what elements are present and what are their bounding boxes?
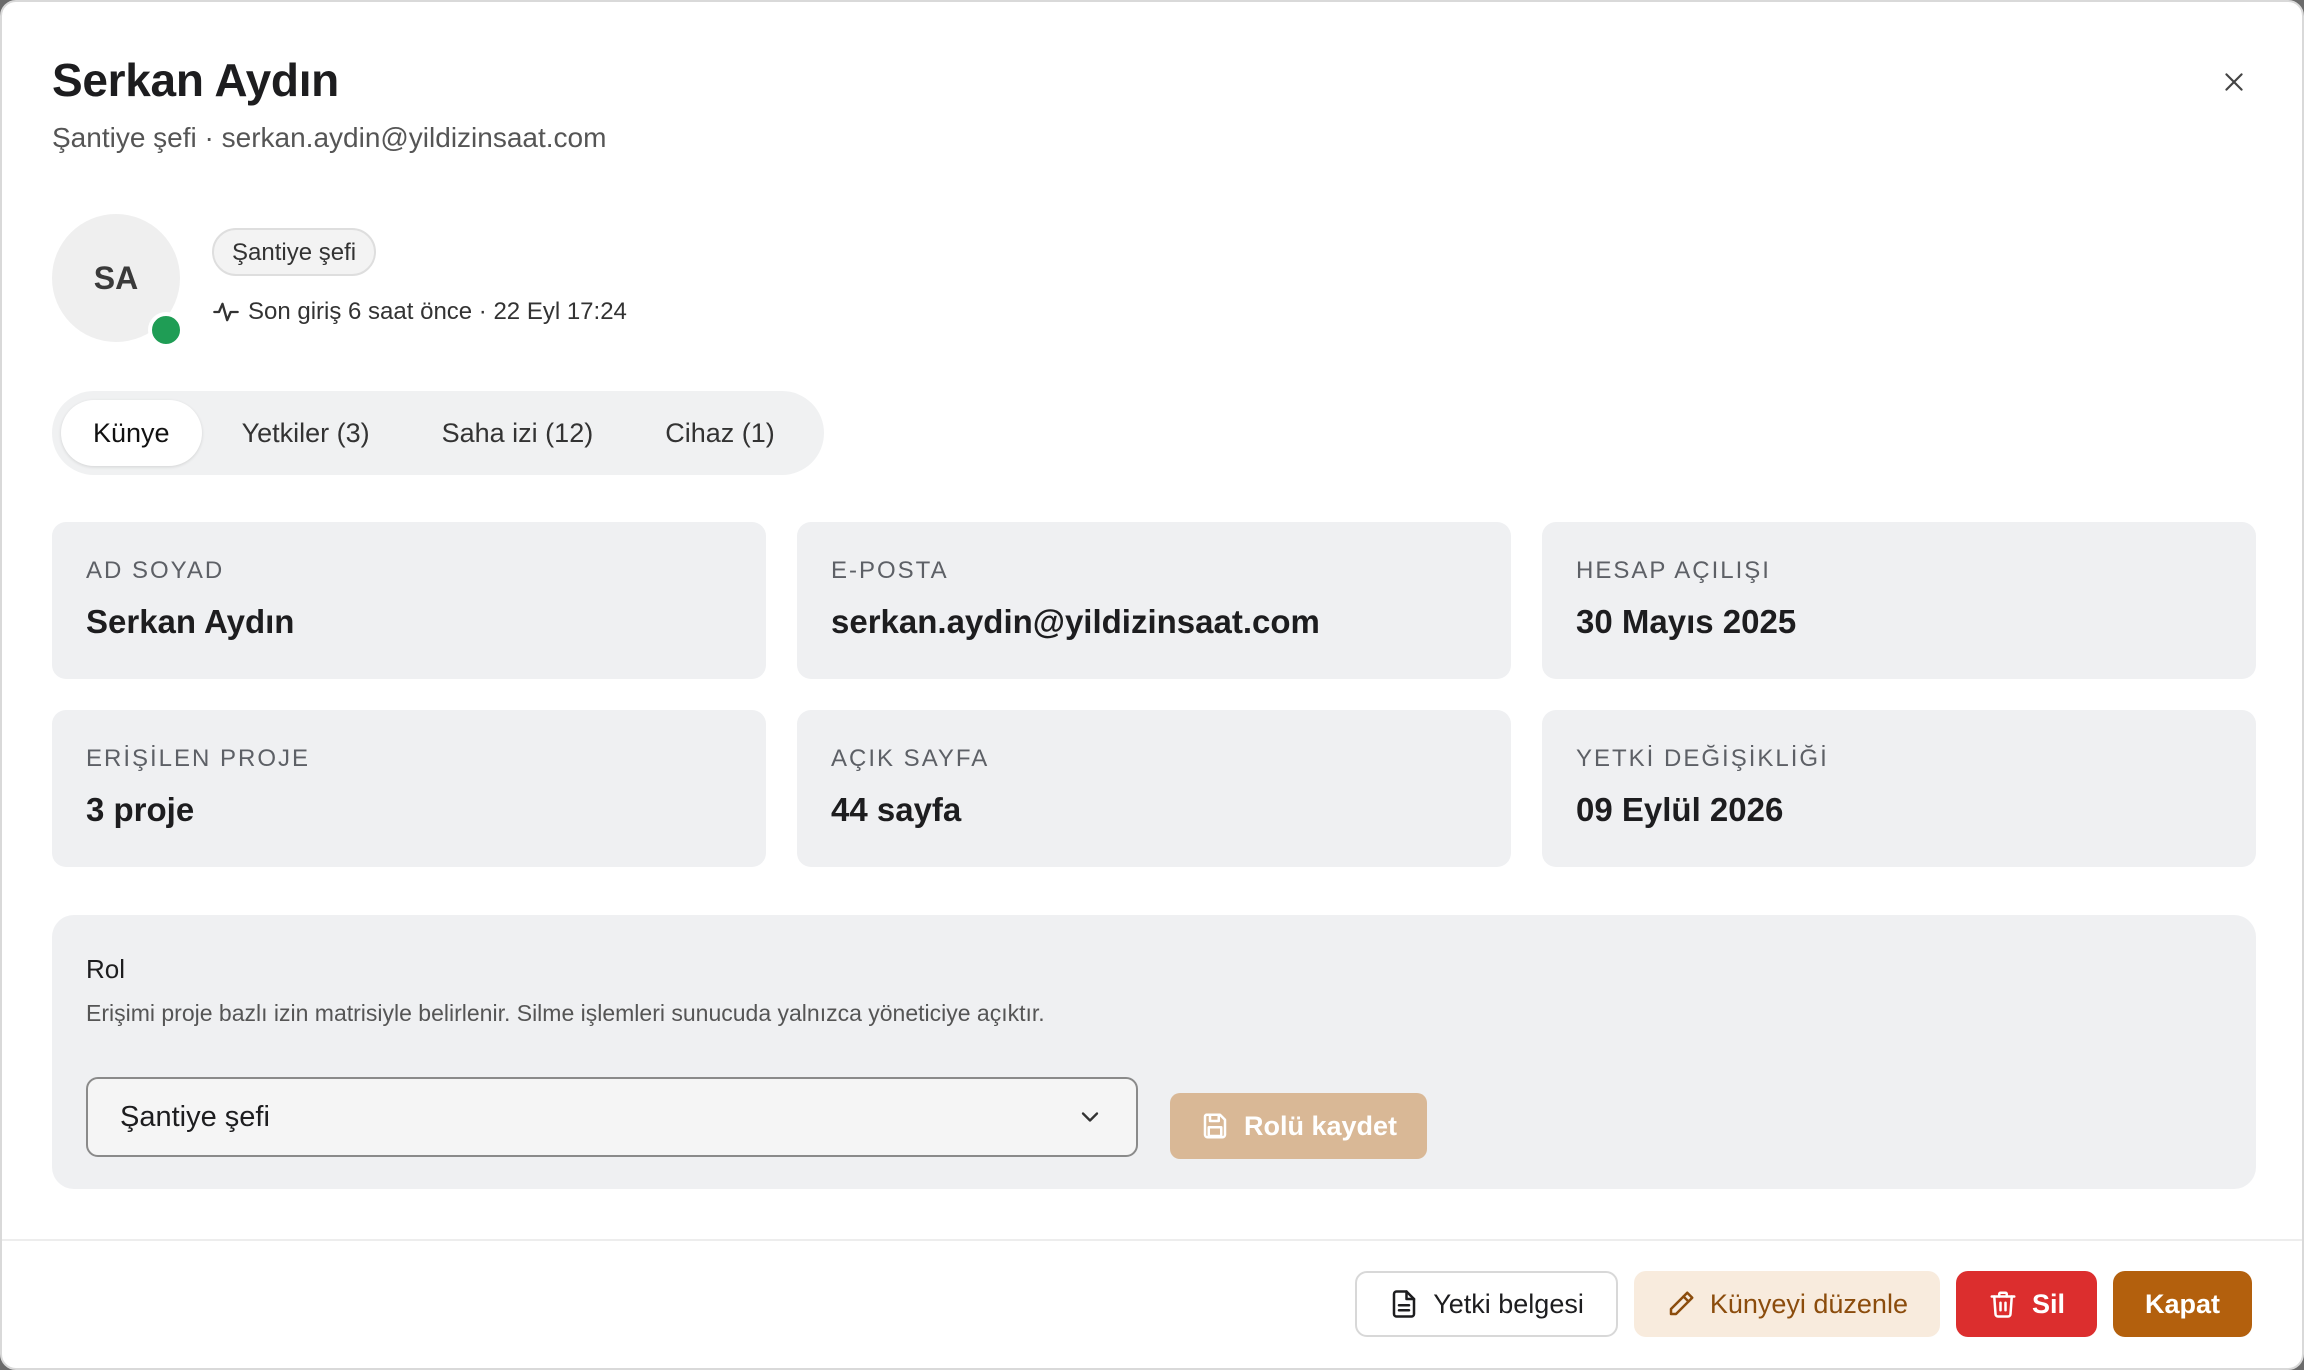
permit-document-label: Yetki belgesi xyxy=(1433,1288,1584,1319)
tab-saha-izi[interactable]: Saha izi (12) xyxy=(410,400,626,466)
last-login-text: Son giriş 6 saat önce · 22 Eyl 17:24 xyxy=(248,298,627,325)
role-select[interactable]: Şantiye şefi xyxy=(86,1077,1138,1157)
info-card-value: 30 Mayıs 2025 xyxy=(1576,603,1797,640)
role-section-description: Erişimi proje bazlı izin matrisiyle beli… xyxy=(86,1000,1045,1026)
trash-icon xyxy=(1990,1291,2016,1318)
info-card-label: ERİŞİLEN PROJE xyxy=(86,745,311,772)
tab-cihaz[interactable]: Cihaz (1) xyxy=(633,400,807,466)
close-icon xyxy=(2225,73,2243,91)
role-section-title: Rol xyxy=(86,954,126,984)
info-card-value: 09 Eylül 2026 xyxy=(1576,791,1784,828)
delete-button[interactable]: Sil xyxy=(1955,1271,2097,1337)
close-dialog-button[interactable]: Kapat xyxy=(2112,1271,2252,1337)
info-card-email: E-POSTA serkan.aydin@yildizinsaat.com xyxy=(797,522,1511,679)
info-card-value: Serkan Aydın xyxy=(86,603,295,640)
info-card-label: AÇIK SAYFA xyxy=(831,745,990,772)
edit-profile-label: Künyeyi düzenle xyxy=(1709,1288,1908,1319)
dialog-title: Serkan Aydın xyxy=(52,54,339,106)
role-select-value: Şantiye şefi xyxy=(120,1100,270,1133)
info-card-full-name: AD SOYAD Serkan Aydın xyxy=(52,522,766,679)
info-card-label: AD SOYAD xyxy=(86,557,225,584)
dialog-footer: Yetki belgesi Künyeyi düzenle Sil Kapat xyxy=(1339,1271,2252,1337)
info-card-value: 44 sayfa xyxy=(831,791,962,828)
save-icon xyxy=(1203,1113,1227,1139)
close-button[interactable] xyxy=(2214,62,2254,102)
role-section: Rol Erişimi proje bazlı izin matrisiyle … xyxy=(52,915,2256,1189)
info-card-value: serkan.aydin@yildizinsaat.com xyxy=(831,603,1320,640)
avatar-initials: SA xyxy=(93,259,139,296)
user-detail-dialog: Serkan Aydın Şantiye şefi · serkan.aydin… xyxy=(0,0,2304,1370)
delete-label: Sil xyxy=(2031,1288,2065,1319)
info-card-label: HESAP AÇILIŞI xyxy=(1576,557,1771,584)
permit-document-button[interactable]: Yetki belgesi xyxy=(1355,1271,1618,1337)
pencil-icon xyxy=(1669,1291,1694,1316)
chevron-down-icon xyxy=(1081,1112,1099,1122)
profile-summary: SA Şantiye şefi Son giriş 6 saat önce · … xyxy=(52,214,1052,348)
info-card-account-opened: HESAP AÇILIŞI 30 Mayıs 2025 xyxy=(1542,522,2256,679)
footer-divider xyxy=(2,1239,2302,1241)
close-dialog-label: Kapat xyxy=(2144,1288,2220,1319)
tab-yetkiler[interactable]: Yetkiler (3) xyxy=(210,400,402,466)
edit-profile-button[interactable]: Künyeyi düzenle xyxy=(1633,1271,1940,1337)
online-status-indicator xyxy=(148,312,184,348)
save-role-button[interactable]: Rolü kaydet xyxy=(1170,1093,1428,1159)
dialog-header: Serkan Aydın Şantiye şefi · serkan.aydin… xyxy=(52,52,606,156)
info-card-permission-change: YETKİ DEĞİŞİKLİĞİ 09 Eylül 2026 xyxy=(1542,710,2256,867)
role-badge: Şantiye şefi xyxy=(212,228,377,276)
info-card-label: E-POSTA xyxy=(831,557,949,584)
tab-kunye[interactable]: Künye xyxy=(61,400,202,466)
last-login-info: Son giriş 6 saat önce · 22 Eyl 17:24 xyxy=(212,296,627,328)
info-card-value: 3 proje xyxy=(86,791,195,828)
save-role-label: Rolü kaydet xyxy=(1244,1110,1398,1141)
document-icon xyxy=(1392,1290,1416,1318)
info-card-projects: ERİŞİLEN PROJE 3 proje xyxy=(52,710,766,867)
tab-bar: Künye Yetkiler (3) Saha izi (12) Cihaz (… xyxy=(52,391,824,475)
info-card-open-pages: AÇIK SAYFA 44 sayfa xyxy=(797,710,1511,867)
dialog-subtitle: Şantiye şefi · serkan.aydin@yildizinsaat… xyxy=(52,122,607,153)
activity-icon xyxy=(213,302,239,322)
info-card-label: YETKİ DEĞİŞİKLİĞİ xyxy=(1576,745,1829,772)
